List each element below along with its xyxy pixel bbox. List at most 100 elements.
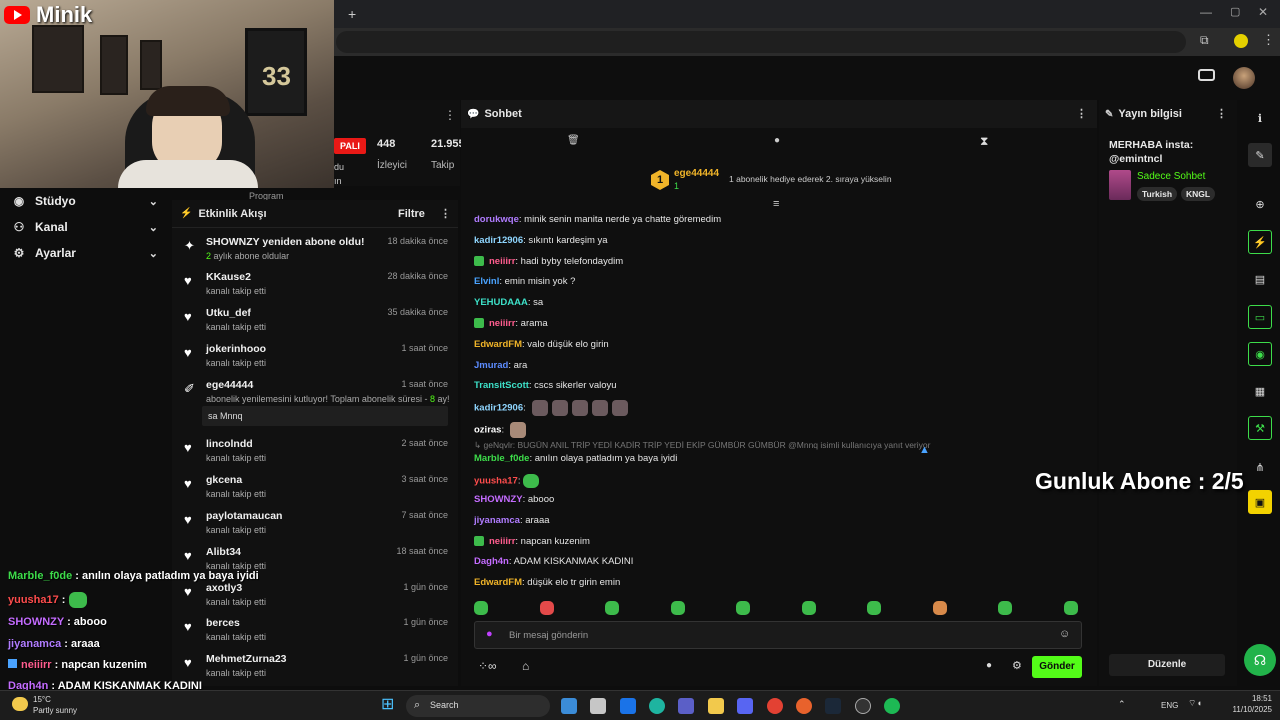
minimize-icon[interactable]: —	[1200, 5, 1212, 19]
maximize-icon[interactable]: ▢	[1230, 5, 1240, 18]
clock-date[interactable]: 11/10/2025	[1222, 705, 1272, 714]
quick-emote-icon[interactable]	[801, 601, 816, 615]
chat-settings-icon[interactable]: ⚙	[1012, 659, 1022, 672]
discord-icon[interactable]	[737, 698, 753, 714]
chat-options-icon[interactable]: ●	[986, 660, 992, 671]
chat-username[interactable]: oziras	[474, 425, 501, 436]
tray-chevron-icon[interactable]: ⌃	[1118, 699, 1126, 710]
reply-reference[interactable]: ↳ geNqvlr: BUGÜN ANIL TRİP YEDİ KADİR TR…	[474, 440, 930, 451]
chat-username[interactable]: TransitScott	[474, 380, 529, 391]
obs-icon[interactable]	[855, 698, 871, 714]
spotify-icon[interactable]	[884, 698, 900, 714]
window-close-icon[interactable]: ✕	[1258, 5, 1268, 19]
document-icon[interactable]: ▤	[1248, 267, 1272, 291]
chat-menu-icon[interactable]: ⋮	[1076, 107, 1087, 120]
activity-user[interactable]: ege44444	[206, 379, 253, 391]
tag-chip[interactable]: KNGL	[1181, 187, 1216, 201]
copilot-icon[interactable]	[561, 698, 577, 714]
info-menu-icon[interactable]: ⋮	[1216, 107, 1227, 120]
chat-username[interactable]: yuusha17	[474, 476, 518, 487]
mod-icon[interactable]: ▦	[1248, 379, 1272, 403]
outlook-icon[interactable]	[620, 698, 636, 714]
chat-username[interactable]: kadir12906	[474, 235, 523, 246]
activity-user[interactable]: SHOWNZY yeniden abone oldu!	[206, 236, 364, 248]
support-icon[interactable]: ☊	[1244, 644, 1276, 676]
wifi-volume-icon[interactable]: ⌔◖	[1188, 698, 1202, 709]
teams-icon[interactable]	[678, 698, 694, 714]
target-icon[interactable]: ⊕	[1248, 192, 1272, 216]
activity-menu-icon[interactable]: ⋮	[440, 207, 451, 220]
windows-start-icon[interactable]: ⊞	[381, 697, 394, 713]
activity-user[interactable]: gkcena	[206, 474, 242, 486]
chat-username[interactable]: Jmurad	[474, 360, 508, 371]
store-icon[interactable]: ⌂	[522, 659, 529, 673]
chat-username[interactable]: dorukwqe	[474, 214, 519, 225]
hourglass-icon[interactable]: ⧗	[980, 134, 988, 149]
activity-user[interactable]: paylotamaucan	[206, 510, 282, 522]
activity-user[interactable]: KKause2	[206, 271, 251, 283]
quick-emote-icon[interactable]	[1063, 601, 1078, 615]
chat-tools-icon[interactable]: ⁘∞	[478, 659, 497, 673]
quick-emote-icon[interactable]	[474, 601, 488, 615]
pencil-icon[interactable]: ✎	[1248, 143, 1272, 167]
chat-username[interactable]: kadir12906	[474, 403, 523, 414]
profile-avatar[interactable]	[1234, 34, 1248, 48]
microphone-icon[interactable]: ●	[486, 628, 493, 640]
emoji-icon[interactable]: ☺	[1059, 628, 1070, 640]
chat-input[interactable]: ● Bir mesaj gönderin ☺	[474, 621, 1082, 649]
sticky-note-icon[interactable]: ▣	[1248, 490, 1272, 514]
collapse-icon[interactable]: ≡	[773, 198, 779, 210]
quick-emote-icon[interactable]	[932, 601, 947, 615]
chat-username[interactable]: jiyanamca	[474, 515, 520, 526]
chrome-icon[interactable]	[767, 698, 783, 714]
creator-mode-icon[interactable]	[1198, 69, 1215, 81]
extensions-icon[interactable]: ⧉	[1200, 33, 1209, 48]
chat-username[interactable]: Dagh4n	[474, 556, 509, 567]
nav-item-channel[interactable]: ⚇ Kanal ⌄	[0, 214, 170, 240]
nav-item-settings[interactable]: ⚙ Ayarlar ⌄	[0, 240, 170, 266]
language-indicator[interactable]: ENG	[1161, 701, 1178, 710]
chat-username[interactable]: EdwardFM	[474, 339, 522, 350]
edit-button[interactable]: Düzenle	[1109, 654, 1225, 676]
trash-icon[interactable]: 🗑	[567, 135, 580, 146]
brave-icon[interactable]	[796, 698, 812, 714]
chat-username[interactable]: neiiirr	[489, 536, 515, 547]
chat-username[interactable]: Marble_f0de	[474, 453, 529, 464]
chat-username[interactable]: neiiirr	[489, 318, 515, 329]
chat-username[interactable]: YEHUDAAA	[474, 297, 528, 308]
weather-text[interactable]: Partly sunny	[33, 706, 77, 715]
category-name[interactable]: Sadece Sohbet	[1137, 171, 1205, 182]
category-thumbnail[interactable]	[1109, 170, 1131, 200]
quick-emote-icon[interactable]	[670, 601, 685, 615]
chat-icon[interactable]: ▭	[1248, 305, 1272, 329]
chat-username[interactable]: neiiirr	[489, 256, 515, 267]
edge-icon[interactable]	[649, 698, 665, 714]
quick-emote-icon[interactable]	[605, 601, 619, 615]
filter-button[interactable]: Filtre	[398, 208, 425, 220]
quick-emote-icon[interactable]	[867, 601, 881, 615]
nav-item-studio[interactable]: ◉ Stüdyo ⌄	[0, 188, 170, 214]
wrench-icon[interactable]: ⚒	[1248, 416, 1272, 440]
quick-emote-icon[interactable]	[998, 601, 1012, 615]
chat-username[interactable]: SHOWNZY	[474, 494, 523, 505]
new-tab-icon[interactable]: +	[348, 6, 356, 22]
activity-user[interactable]: Alibt34	[206, 546, 241, 558]
activity-user[interactable]: Utku_def	[206, 307, 251, 319]
clock-time[interactable]: 18:51	[1222, 694, 1272, 703]
url-bar[interactable]	[336, 31, 1186, 53]
chat-username[interactable]: Elvinl	[474, 276, 499, 287]
activity-user[interactable]: jokerinhooo	[206, 343, 266, 355]
explorer-icon[interactable]	[708, 698, 724, 714]
quick-emote-icon[interactable]	[539, 601, 554, 615]
steam-icon[interactable]	[825, 698, 841, 714]
stats-menu-icon[interactable]: ⋮	[444, 108, 456, 122]
weather-temp[interactable]: 15°C	[33, 695, 51, 704]
pinned-user[interactable]: ege44444	[674, 168, 719, 179]
chat-username[interactable]: EdwardFM	[474, 577, 522, 588]
broadcast-icon[interactable]: ◉	[1248, 342, 1272, 366]
store-app-icon[interactable]	[590, 698, 606, 714]
send-button[interactable]: Gönder	[1032, 656, 1082, 678]
browser-menu-icon[interactable]: ⋮	[1262, 32, 1275, 48]
chat-mode-icon[interactable]: ●	[774, 135, 780, 146]
share-icon[interactable]: ⋔	[1248, 455, 1272, 479]
